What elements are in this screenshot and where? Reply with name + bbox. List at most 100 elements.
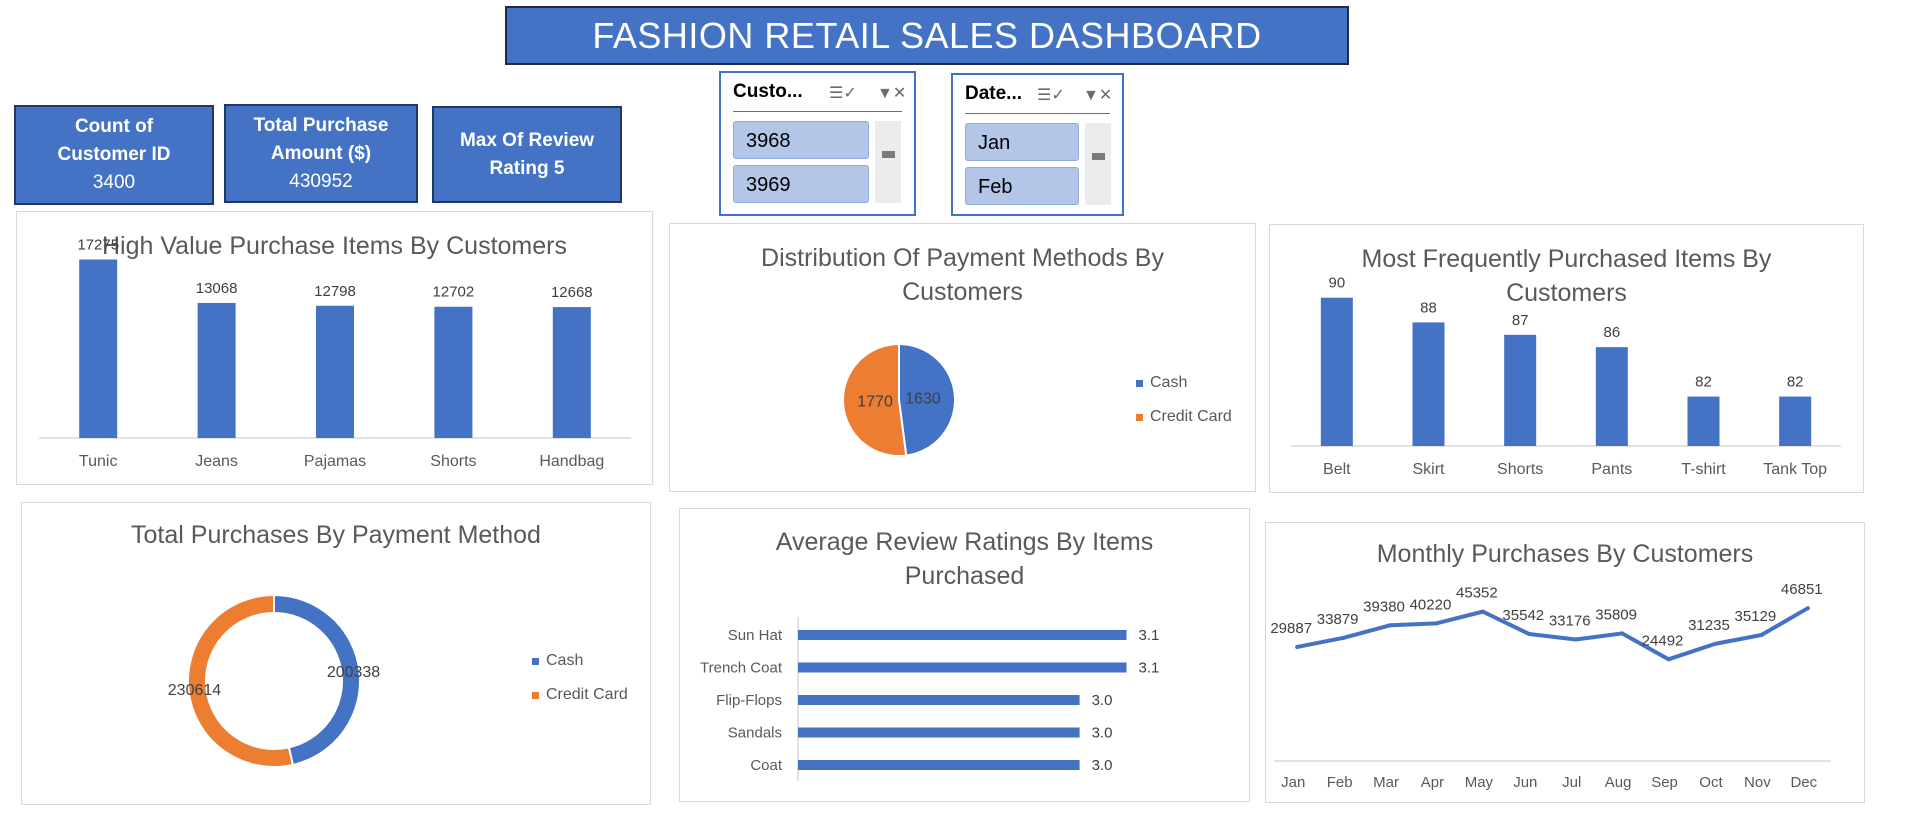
chart-canvas: 200338 230614 Cash Credit Card (168, 593, 628, 768)
data-label: 82 (1787, 374, 1804, 391)
clear-filter-icon[interactable]: ▼✕ (1083, 85, 1112, 105)
clear-filter-icon[interactable]: ▼✕ (877, 83, 906, 103)
data-label: 3.1 (1139, 660, 1160, 677)
slicer-title: Custo... (733, 81, 803, 102)
chart-canvas: 3.1 Sun Hat 3.1 Trench Coat 3.0 Flip-Flops 3.0… (700, 617, 1160, 781)
scrollbar-thumb[interactable] (1092, 153, 1105, 160)
slicer-divider (733, 111, 902, 112)
data-point (1712, 641, 1717, 646)
legend-swatch (532, 658, 539, 665)
x-tick-label: Skirt (1413, 461, 1446, 478)
y-tick-label: Trench Coat (700, 660, 783, 677)
data-label: 13068 (196, 280, 238, 297)
slicer-customer[interactable]: Custo... ☰✓ ▼✕ 3968 3969 (719, 71, 916, 216)
data-label: 24492 (1642, 632, 1684, 649)
y-tick-label: Sandals (728, 725, 782, 742)
data-label: 31235 (1688, 617, 1730, 634)
kpi-max-review: Max Of Review Rating 5 (432, 106, 622, 203)
bar (1504, 334, 1537, 446)
data-label: 82 (1695, 374, 1712, 391)
data-label: 40220 (1410, 596, 1452, 613)
bar (798, 695, 1080, 705)
x-tick-label: Pajamas (304, 453, 366, 470)
kpi-label-line1: Count of (74, 116, 154, 137)
chart-canvas: 90 Belt 88 Skirt 87 Shorts 86 Pants 82 T-shirt 82 T… (1291, 275, 1841, 478)
bar (1595, 347, 1628, 446)
slicer-scrollbar[interactable] (875, 121, 901, 203)
data-label: 90 (1328, 275, 1345, 292)
x-tick-label: May (1465, 774, 1494, 791)
chart-high-value-items: High Value Purchase Items By Customers 1… (16, 211, 653, 485)
data-point (1573, 637, 1578, 642)
slicer-title: Date... (965, 83, 1023, 104)
bar (798, 760, 1080, 770)
kpi-customer-count: Count of Customer ID 3400 (14, 105, 214, 205)
slicer-item[interactable]: Feb (965, 167, 1079, 205)
slicer-item[interactable]: 3968 (733, 121, 869, 159)
data-label: 3.0 (1092, 757, 1113, 774)
slicer-scrollbar[interactable] (1085, 123, 1111, 205)
data-point (1666, 657, 1671, 662)
data-point (1388, 623, 1393, 628)
multi-select-icon[interactable]: ☰✓ (829, 83, 857, 103)
data-label: 1630 (905, 390, 941, 407)
y-tick-label: Coat (750, 757, 783, 774)
slicer-item[interactable]: Jan (965, 123, 1079, 161)
chart-payment-distribution: Distribution Of Payment Methods By Custo… (669, 223, 1256, 492)
legend-label: Cash (546, 652, 583, 669)
bar (798, 662, 1127, 673)
x-tick-label: Dec (1790, 774, 1817, 791)
data-label: 46851 (1781, 581, 1823, 598)
x-tick-label: Shorts (1497, 461, 1543, 478)
x-tick-label: Tunic (79, 453, 118, 470)
scrollbar-thumb[interactable] (882, 151, 895, 158)
data-label: 230614 (168, 682, 221, 699)
data-label: 88 (1420, 299, 1437, 316)
x-tick-label: Handbag (539, 453, 604, 470)
multi-select-icon[interactable]: ☰✓ (1037, 85, 1065, 105)
data-point (1480, 609, 1485, 614)
bar (197, 302, 236, 438)
x-tick-label: Oct (1699, 774, 1723, 791)
data-point (1295, 644, 1300, 649)
bar (1412, 322, 1445, 446)
slicer-item[interactable]: 3969 (733, 165, 869, 203)
data-point (1759, 632, 1764, 637)
data-label: 33879 (1317, 611, 1359, 628)
data-label: 3.0 (1092, 692, 1113, 709)
data-label: 12668 (551, 284, 593, 301)
chart-monthly-purchases: Monthly Purchases By Customers 29887 Jan 3… (1265, 522, 1865, 803)
kpi-label-line1: Total Purchase (253, 114, 389, 136)
chart-canvas: 1630 1770 Cash Credit Card (842, 342, 1232, 457)
data-label: 3.0 (1092, 725, 1113, 742)
data-label: 33176 (1549, 612, 1591, 629)
bar (79, 259, 118, 438)
legend-swatch (1136, 380, 1143, 387)
x-tick-label: Jul (1562, 774, 1581, 791)
data-label: 35809 (1595, 606, 1637, 623)
legend-swatch (1136, 414, 1143, 421)
chart-canvas: 17275 Tunic 13068 Jeans 12798 Pajamas 12702 Sho… (39, 236, 631, 470)
x-tick-label: Aug (1605, 774, 1632, 791)
x-tick-label: Belt (1323, 461, 1351, 478)
bar (1779, 396, 1812, 446)
data-label: 29887 (1270, 620, 1312, 637)
legend-swatch (532, 692, 539, 699)
legend-label: Credit Card (546, 686, 628, 703)
data-label: 35542 (1502, 607, 1544, 624)
legend-label: Cash (1150, 374, 1187, 391)
x-tick-label: Shorts (430, 453, 476, 470)
x-tick-label: Pants (1591, 461, 1632, 478)
data-label: 39380 (1363, 598, 1405, 615)
kpi-label-line2: Amount ($) (270, 142, 372, 164)
bar (316, 305, 354, 438)
slicer-date[interactable]: Date... ☰✓ ▼✕ Jan Feb (951, 73, 1124, 216)
y-tick-label: Flip-Flops (716, 692, 782, 709)
slicer-divider (965, 113, 1110, 114)
bar (552, 307, 591, 438)
kpi-label-line1: Max Of Review (459, 129, 595, 151)
kpi-label-line2: Customer ID (57, 144, 171, 165)
bar (1687, 396, 1720, 446)
kpi-label-line2: Rating 5 (489, 157, 565, 179)
data-label: 35129 (1735, 608, 1777, 625)
